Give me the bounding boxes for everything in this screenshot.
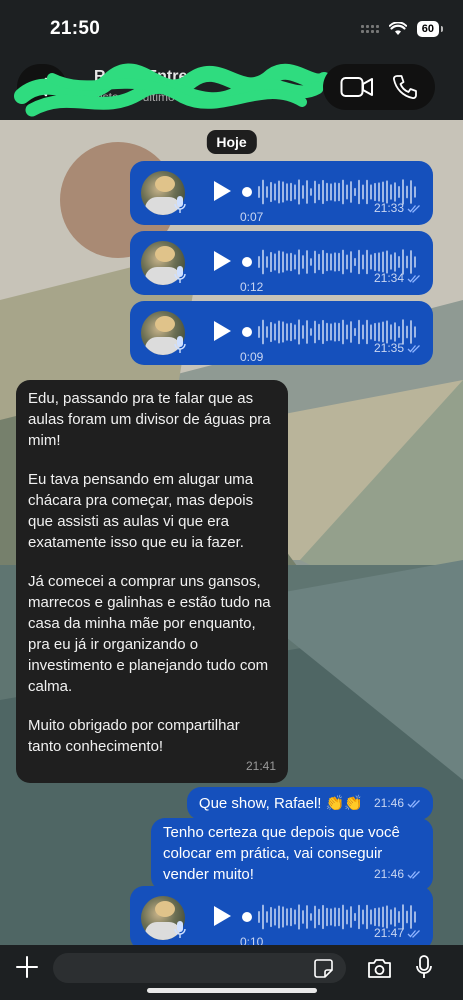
message-text: Que show, Rafael! 👏👏 (198, 795, 363, 812)
message-paragraph: Edu, passando pra te falar que as aulas … (28, 390, 271, 449)
message-time: 21:33 (373, 201, 404, 215)
message-paragraph: Eu tava pensando em alugar uma chácara p… (28, 471, 254, 551)
message-meta: 21:35 (374, 338, 421, 359)
message-meta: 21:46 (374, 793, 421, 814)
message-time: 21:35 (373, 341, 404, 355)
read-ticks-icon (407, 345, 420, 353)
message-meta: 21:46 (374, 864, 421, 885)
read-ticks-icon (407, 871, 420, 879)
mic-icon (174, 921, 186, 938)
outgoing-message[interactable]: Tenho certeza que depois que você coloca… (151, 818, 433, 891)
message-time: 21:46 (373, 867, 404, 881)
message-paragraph: Já comecei a comprar uns gansos, marreco… (28, 573, 271, 695)
status-icons: 60 (360, 21, 444, 37)
play-icon[interactable] (212, 180, 232, 202)
message-paragraph: Muito obrigado por compartilhar tanto co… (28, 717, 240, 755)
call-actions (323, 64, 435, 110)
incoming-message[interactable]: Edu, passando pra te falar que as aulas … (16, 380, 288, 783)
message-meta: 21:33 (374, 198, 421, 219)
message-meta: 21:41 (246, 756, 276, 777)
signal-icon (360, 25, 379, 33)
message-time: 21:41 (245, 759, 276, 773)
chat-header: Rafael Entregas visto por último às 21:2… (0, 58, 463, 120)
status-time: 21:50 (50, 18, 101, 39)
mic-icon (174, 336, 186, 353)
camera-icon[interactable] (367, 958, 392, 979)
mic-icon[interactable] (416, 955, 432, 980)
redaction-scribble (14, 63, 332, 117)
wifi-icon (388, 22, 407, 35)
voice-duration: 0:07 (240, 210, 264, 224)
message-meta: 21:34 (374, 268, 421, 289)
video-call-icon[interactable] (340, 76, 374, 98)
play-icon[interactable] (212, 320, 232, 342)
voice-message[interactable]: 0:10 21:47 (130, 886, 433, 950)
read-ticks-icon (407, 800, 420, 808)
plus-icon[interactable] (16, 956, 38, 978)
outgoing-message[interactable]: Que show, Rafael! 👏👏 21:46 (186, 787, 433, 820)
read-ticks-icon (407, 275, 420, 283)
phone-icon[interactable] (392, 74, 418, 100)
status-bar: 21:50 60 (0, 0, 463, 58)
play-icon[interactable] (212, 905, 232, 927)
message-time: 21:46 (373, 796, 404, 810)
voice-message[interactable]: 0:07 21:33 (130, 161, 433, 225)
voice-message[interactable]: 0:09 21:35 (130, 301, 433, 365)
mic-icon (174, 196, 186, 213)
home-indicator (147, 988, 317, 993)
message-text: Tenho certeza que depois que você coloca… (163, 824, 400, 883)
voice-message[interactable]: 0:12 21:34 (130, 231, 433, 295)
message-input[interactable] (53, 953, 346, 983)
message-time: 21:34 (373, 271, 404, 285)
read-ticks-icon (407, 205, 420, 213)
message-meta: 21:47 (374, 923, 421, 944)
battery-indicator: 60 (416, 21, 444, 37)
voice-duration: 0:12 (240, 280, 264, 294)
date-chip: Hoje (206, 130, 257, 154)
mic-icon (174, 266, 186, 283)
sticker-icon[interactable] (314, 959, 333, 978)
voice-duration: 0:09 (240, 350, 264, 364)
read-ticks-icon (407, 930, 420, 938)
play-icon[interactable] (212, 250, 232, 272)
message-time: 21:47 (373, 926, 404, 940)
